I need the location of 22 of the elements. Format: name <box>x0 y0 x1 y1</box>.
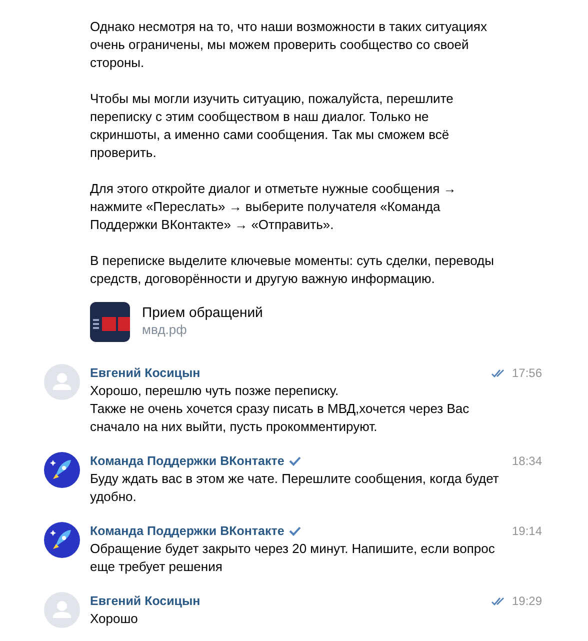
rocket-avatar-icon <box>44 452 80 488</box>
message-time: 19:29 <box>512 594 542 608</box>
avatar-icon <box>44 592 80 628</box>
message-paragraph: Для этого откройте диалог и отметьте нужные сообщения → нажмите «Переслать» → выберите получателя «Команда Поддержки ВКонтакте» → «Отправить». <box>90 180 458 234</box>
message-paragraph: В переписке выделите ключевые моменты: суть сделки, переводы средств, договорённости и другую важную информацию. <box>90 252 495 288</box>
author-name[interactable]: Команда Поддержки ВКонтакте <box>90 454 284 468</box>
message-paragraph: Чтобы мы могли изучить ситуацию, пожалуйста, перешлите переписку с этим сообществом в наш диалог. Только не скриншоты, а именно сами сообщения. Так мы сможем всё проверить. <box>90 90 454 162</box>
link-title[interactable]: Прием обращений <box>142 303 263 321</box>
message-text: Хорошо <box>90 610 139 628</box>
message-text: Буду ждать вас в этом же чате. Перешлите сообщения, когда будет удобно. <box>90 470 500 506</box>
message-time: 19:14 <box>512 524 542 538</box>
message-time: 18:34 <box>512 454 542 468</box>
avatar-icon <box>44 364 80 400</box>
message-paragraph: Однако несмотря на то, что наши возможности в таких ситуациях очень ограничены, мы можем проверить сообщество со своей стороны. <box>90 18 488 72</box>
author-name[interactable]: Евгений Косицын <box>90 366 200 380</box>
message-time: 17:56 <box>512 366 542 380</box>
author-name[interactable]: Евгений Косицын <box>90 594 200 608</box>
message-text: Обращение будет закрыто через 20 минут. Напишите, если вопрос еще требует решения <box>90 540 496 576</box>
author-name[interactable]: Команда Поддержки ВКонтакте <box>90 524 284 538</box>
message-text: Также не очень хочется сразу писать в МВД,хочется через Вас сначало на них выйти, пусть прокомментируют. <box>90 400 470 436</box>
message-text: Хорошо, перешлю чуть позже переписку. <box>90 382 340 400</box>
rocket-avatar-icon <box>44 522 80 558</box>
